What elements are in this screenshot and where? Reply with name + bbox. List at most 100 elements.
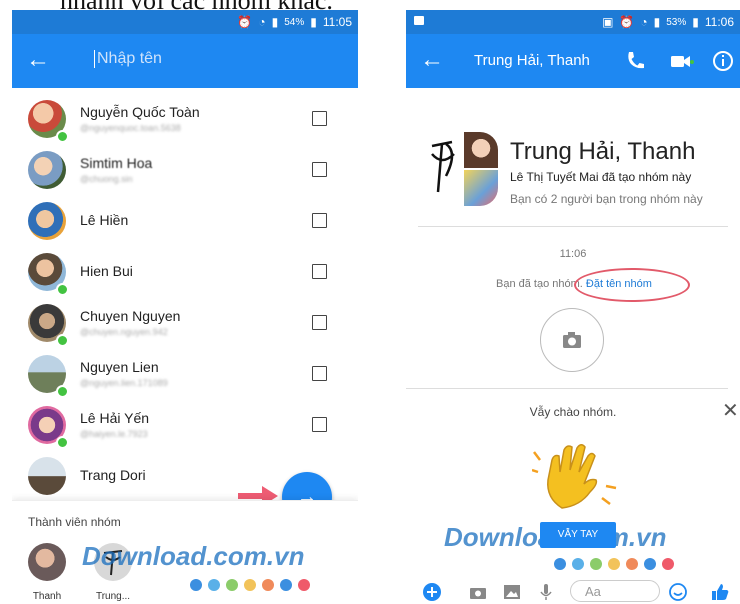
- select-checkbox[interactable]: [312, 366, 327, 381]
- contact-row[interactable]: Lê Hiền: [12, 196, 358, 247]
- dot: [262, 579, 274, 591]
- close-icon[interactable]: ✕: [722, 398, 739, 423]
- select-checkbox[interactable]: [312, 264, 327, 279]
- member-photo: [464, 132, 498, 168]
- dot: [626, 558, 638, 570]
- contact-name: Nguyễn Quốc Toàn: [80, 104, 200, 120]
- battery-icon: ▮: [692, 15, 699, 29]
- battery-percent: 54%: [284, 16, 305, 28]
- sim-icon: ▣: [602, 15, 614, 29]
- member-name: Trung...: [95, 591, 131, 602]
- online-indicator: [56, 334, 69, 347]
- wifi-icon: ◔: [258, 15, 266, 29]
- contact-name: Trang Dori: [80, 467, 146, 483]
- member-name: Thanh: [32, 591, 62, 602]
- search-app-bar: ← Nhập tên: [12, 34, 358, 88]
- contact-avatar: [28, 202, 66, 240]
- video-status-icon: [414, 16, 424, 25]
- contact-handle: @nguyen.lien.171089: [80, 378, 168, 388]
- wave-prompt: Vẫy chào nhóm.: [529, 405, 617, 419]
- status-bar: ▣ ⏰ ◔ ▮ 53% ▮ 11:06: [406, 10, 740, 34]
- online-indicator: [56, 283, 69, 296]
- message-input[interactable]: Aa: [570, 580, 660, 602]
- friends-line: Bạn có 2 người bạn trong nhóm này: [510, 192, 703, 206]
- watermark-dots: [554, 558, 674, 570]
- back-arrow-icon[interactable]: ←: [26, 47, 50, 73]
- contact-name: Hien Bui: [80, 263, 133, 279]
- status-bar: ⏰ ◔ ▮ 54% ▮ 11:05: [12, 10, 358, 34]
- back-arrow-icon[interactable]: ←: [420, 47, 444, 73]
- contact-row[interactable]: Chuyen Nguyen @chuyen.nguyen.942: [12, 298, 358, 349]
- contact-handle: @chuong.sin: [80, 174, 133, 184]
- dot: [208, 579, 220, 591]
- like-icon[interactable]: [710, 582, 730, 602]
- watermark-dots: [190, 579, 310, 591]
- dot: [226, 579, 238, 591]
- contact-list: Nguyễn Quốc Toàn @nguyenquoc.toan.5638 S…: [12, 94, 358, 502]
- wave-button[interactable]: VẪY TAY: [540, 522, 616, 548]
- contact-handle: @nguyenquoc.toan.5638: [80, 123, 181, 133]
- alarm-icon: ⏰: [619, 15, 635, 29]
- video-call-icon[interactable]: [668, 48, 694, 74]
- status-time: 11:06: [704, 15, 734, 29]
- status-time: 11:05: [322, 15, 352, 29]
- new-group-screen: ⏰ ◔ ▮ 54% ▮ 11:05 ← Nhập tên Nguyễn Quốc…: [12, 10, 358, 604]
- contact-handle: @haiyen.le.7923: [80, 429, 148, 439]
- plus-icon[interactable]: [422, 582, 442, 602]
- search-input[interactable]: Nhập tên: [94, 50, 162, 68]
- gallery-icon[interactable]: [502, 582, 522, 602]
- member-avatar: [28, 543, 66, 581]
- select-checkbox[interactable]: [312, 213, 327, 228]
- message-time: 11:06: [559, 248, 587, 260]
- contact-row[interactable]: Hien Bui: [12, 247, 358, 298]
- dot: [644, 558, 656, 570]
- dot: [244, 579, 256, 591]
- info-icon[interactable]: [710, 48, 736, 74]
- group-name: Trung Hải, Thanh: [510, 138, 696, 165]
- dot: [554, 558, 566, 570]
- camera-icon: [563, 332, 581, 348]
- phone-call-icon[interactable]: [622, 48, 648, 74]
- group-members-panel: Thành viên nhóm Thanh Trung... Download.…: [12, 500, 358, 604]
- highlight-oval: [574, 268, 690, 302]
- chat-app-bar: ← Trung Hải, Thanh: [406, 34, 740, 88]
- online-indicator: [56, 385, 69, 398]
- emoji-icon[interactable]: [668, 582, 688, 602]
- waving-hand-icon: [532, 444, 617, 509]
- dot: [190, 579, 202, 591]
- battery-icon: ▮: [310, 15, 317, 29]
- select-checkbox[interactable]: [312, 162, 327, 177]
- dot: [608, 558, 620, 570]
- contact-row[interactable]: Lê Hải Yến @haiyen.le.7923: [12, 400, 358, 451]
- online-indicator: [56, 436, 69, 449]
- contact-name: Nguyen Lien: [80, 359, 159, 375]
- divider: [406, 388, 728, 389]
- dot: [662, 558, 674, 570]
- camera-icon[interactable]: [468, 582, 488, 602]
- signal-icon: ▮: [271, 15, 279, 29]
- members-label: Thành viên nhóm: [28, 515, 121, 529]
- microphone-icon[interactable]: [536, 582, 556, 602]
- dot: [572, 558, 584, 570]
- chat-title[interactable]: Trung Hải, Thanh: [474, 52, 590, 69]
- watermark: Download.com.vn: [82, 541, 305, 571]
- message-composer: Aa: [406, 578, 740, 604]
- contact-row[interactable]: Nguyễn Quốc Toàn @nguyenquoc.toan.5638: [12, 94, 358, 145]
- wifi-icon: ◔: [640, 15, 648, 29]
- dot: [590, 558, 602, 570]
- contact-row[interactable]: Nguyen Lien @nguyen.lien.171089: [12, 349, 358, 400]
- member-chip[interactable]: Thanh: [20, 543, 74, 602]
- dot: [280, 579, 292, 591]
- group-chat-screen: ▣ ⏰ ◔ ▮ 53% ▮ 11:06 ← Trung Hải, Thanh T…: [406, 10, 740, 604]
- contact-handle: @chuyen.nguyen.942: [80, 327, 168, 337]
- set-group-photo-button[interactable]: [540, 308, 604, 372]
- select-checkbox[interactable]: [312, 315, 327, 330]
- contact-name: Simtim Hoa: [80, 155, 153, 171]
- select-checkbox[interactable]: [312, 417, 327, 432]
- contact-name: Chuyen Nguyen: [80, 308, 181, 324]
- event-text: Bạn đã tạo nhóm.: [496, 278, 583, 290]
- contact-name: Lê Hải Yến: [80, 410, 150, 426]
- signal-icon: ▮: [653, 15, 661, 29]
- contact-row[interactable]: Simtim Hoa @chuong.sin: [12, 145, 358, 196]
- select-checkbox[interactable]: [312, 111, 327, 126]
